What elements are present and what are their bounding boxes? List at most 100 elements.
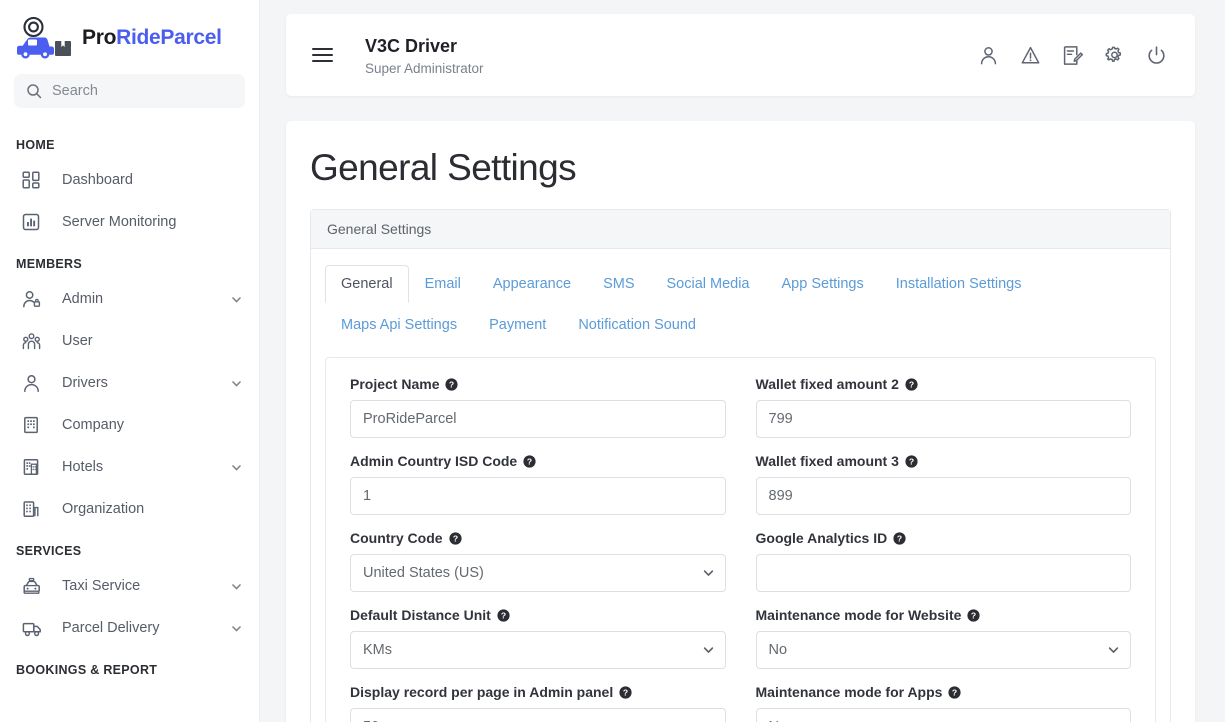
field-label: Default Distance Unit ? [350, 607, 726, 623]
user-profile-icon[interactable] [978, 45, 999, 66]
tab-app-settings[interactable]: App Settings [766, 265, 880, 303]
sidebar-item-dashboard[interactable]: Dashboard [0, 159, 259, 201]
nav-section-members: MEMBERS [0, 243, 259, 278]
help-circle-icon[interactable]: ? [948, 686, 961, 699]
maintenance-mode-apps-select-wrap: No [756, 708, 1132, 722]
field-label: Country Code ? [350, 530, 726, 546]
building-icon [22, 416, 44, 434]
sidebar-item-taxi-service[interactable]: Taxi Service [0, 565, 259, 607]
google-analytics-id-input[interactable] [756, 554, 1132, 592]
field-country-code: Country Code ? United States (US) [350, 530, 726, 592]
project-name-input[interactable] [350, 400, 726, 438]
svg-text:?: ? [501, 610, 506, 620]
panel-header: General Settings [311, 210, 1170, 249]
sidebar-item-label: Drivers [62, 375, 230, 391]
maintenance-mode-apps-select[interactable]: No [756, 708, 1132, 722]
sidebar-item-user[interactable]: User [0, 320, 259, 362]
organization-icon [22, 500, 44, 518]
sidebar-nav: HOME Dashboard [0, 114, 259, 684]
nav-section-home: HOME [0, 124, 259, 159]
field-project-name: Project Name ? [350, 376, 726, 438]
wallet-fixed-amount-2-input[interactable] [756, 400, 1132, 438]
chevron-down-icon[interactable] [230, 377, 243, 390]
help-circle-icon[interactable]: ? [445, 378, 458, 391]
taxi-parcel-logo [14, 14, 76, 62]
user-lock-icon [22, 290, 44, 309]
chevron-down-icon[interactable] [230, 622, 243, 635]
field-admin-country-isd-code: Admin Country ISD Code ? [350, 453, 726, 515]
display-record-per-page-input[interactable] [350, 708, 726, 722]
nav-section-services: SERVICES [0, 530, 259, 565]
taxi-icon [22, 577, 44, 596]
tab-appearance[interactable]: Appearance [477, 265, 587, 303]
field-label-text: Display record per page in Admin panel [350, 684, 613, 700]
search-input[interactable] [52, 83, 233, 99]
field-label-text: Default Distance Unit [350, 607, 491, 623]
field-display-record-per-page: Display record per page in Admin panel ? [350, 684, 726, 722]
field-label: Project Name ? [350, 376, 726, 392]
topbar-subtitle: Super Administrator [365, 61, 484, 76]
maintenance-mode-website-select[interactable]: No [756, 631, 1132, 669]
sidebar-item-hotels[interactable]: Hotels [0, 446, 259, 488]
tab-sms[interactable]: SMS [587, 265, 650, 303]
svg-text:?: ? [971, 610, 976, 620]
field-label-text: Google Analytics ID [756, 530, 888, 546]
sidebar-item-label: Company [62, 417, 243, 433]
chevron-down-icon[interactable] [230, 580, 243, 593]
topbar-actions [978, 45, 1167, 66]
sidebar-item-admin[interactable]: Admin [0, 278, 259, 320]
svg-text:?: ? [897, 533, 902, 543]
chart-box-icon [22, 213, 44, 231]
brand-name-suffix: RideParcel [116, 26, 222, 49]
sidebar-item-server-monitoring[interactable]: Server Monitoring [0, 201, 259, 243]
help-circle-icon[interactable]: ? [523, 455, 536, 468]
tab-notification-sound[interactable]: Notification Sound [562, 306, 712, 344]
field-label-text: Maintenance mode for Website [756, 607, 962, 623]
brand[interactable]: ProRideParcel [0, 0, 259, 66]
wallet-fixed-amount-3-input[interactable] [756, 477, 1132, 515]
sidebar-item-organization[interactable]: Organization [0, 488, 259, 530]
power-logout-icon[interactable] [1146, 45, 1167, 66]
help-circle-icon[interactable]: ? [497, 609, 510, 622]
field-google-analytics-id: Google Analytics ID ? [756, 530, 1132, 592]
warning-triangle-icon[interactable] [1020, 45, 1041, 66]
search-box[interactable] [14, 74, 245, 108]
tab-email[interactable]: Email [409, 265, 477, 303]
tab-social-media[interactable]: Social Media [650, 265, 765, 303]
svg-text:?: ? [449, 379, 454, 389]
field-label-text: Maintenance mode for Apps [756, 684, 943, 700]
tab-installation-settings[interactable]: Installation Settings [880, 265, 1038, 303]
field-default-distance-unit: Default Distance Unit ? KMs [350, 607, 726, 669]
topbar: V3C Driver Super Administrator [286, 14, 1195, 96]
sidebar-item-drivers[interactable]: Drivers [0, 362, 259, 404]
sidebar-item-parcel-delivery[interactable]: Parcel Delivery [0, 607, 259, 649]
help-circle-icon[interactable]: ? [893, 532, 906, 545]
gear-settings-icon[interactable] [1104, 45, 1125, 66]
nav-section-bookings-report: BOOKINGS & REPORT [0, 649, 259, 684]
field-label: Wallet fixed amount 2 ? [756, 376, 1132, 392]
tab-payment[interactable]: Payment [473, 306, 562, 344]
country-code-select[interactable]: United States (US) [350, 554, 726, 592]
settings-panel: General Settings General Email Appearanc… [310, 209, 1171, 722]
sidebar-item-company[interactable]: Company [0, 404, 259, 446]
tab-maps-api-settings[interactable]: Maps Api Settings [325, 306, 473, 344]
tab-general[interactable]: General [325, 265, 409, 303]
users-group-icon [22, 332, 44, 351]
help-circle-icon[interactable]: ? [449, 532, 462, 545]
help-circle-icon[interactable]: ? [905, 378, 918, 391]
hamburger-menu-icon[interactable] [308, 44, 337, 66]
help-circle-icon[interactable]: ? [619, 686, 632, 699]
chevron-down-icon[interactable] [230, 293, 243, 306]
sidebar-item-label: User [62, 333, 243, 349]
user-icon [22, 374, 44, 393]
field-label: Admin Country ISD Code ? [350, 453, 726, 469]
general-settings-form: Project Name ? Wallet fixed amount 2 [325, 357, 1156, 722]
sidebar-item-label: Server Monitoring [62, 214, 243, 230]
help-circle-icon[interactable]: ? [967, 609, 980, 622]
default-distance-unit-select[interactable]: KMs [350, 631, 726, 669]
chevron-down-icon[interactable] [230, 461, 243, 474]
help-circle-icon[interactable]: ? [905, 455, 918, 468]
edit-note-icon[interactable] [1062, 45, 1083, 66]
field-label: Wallet fixed amount 3 ? [756, 453, 1132, 469]
admin-country-isd-code-input[interactable] [350, 477, 726, 515]
